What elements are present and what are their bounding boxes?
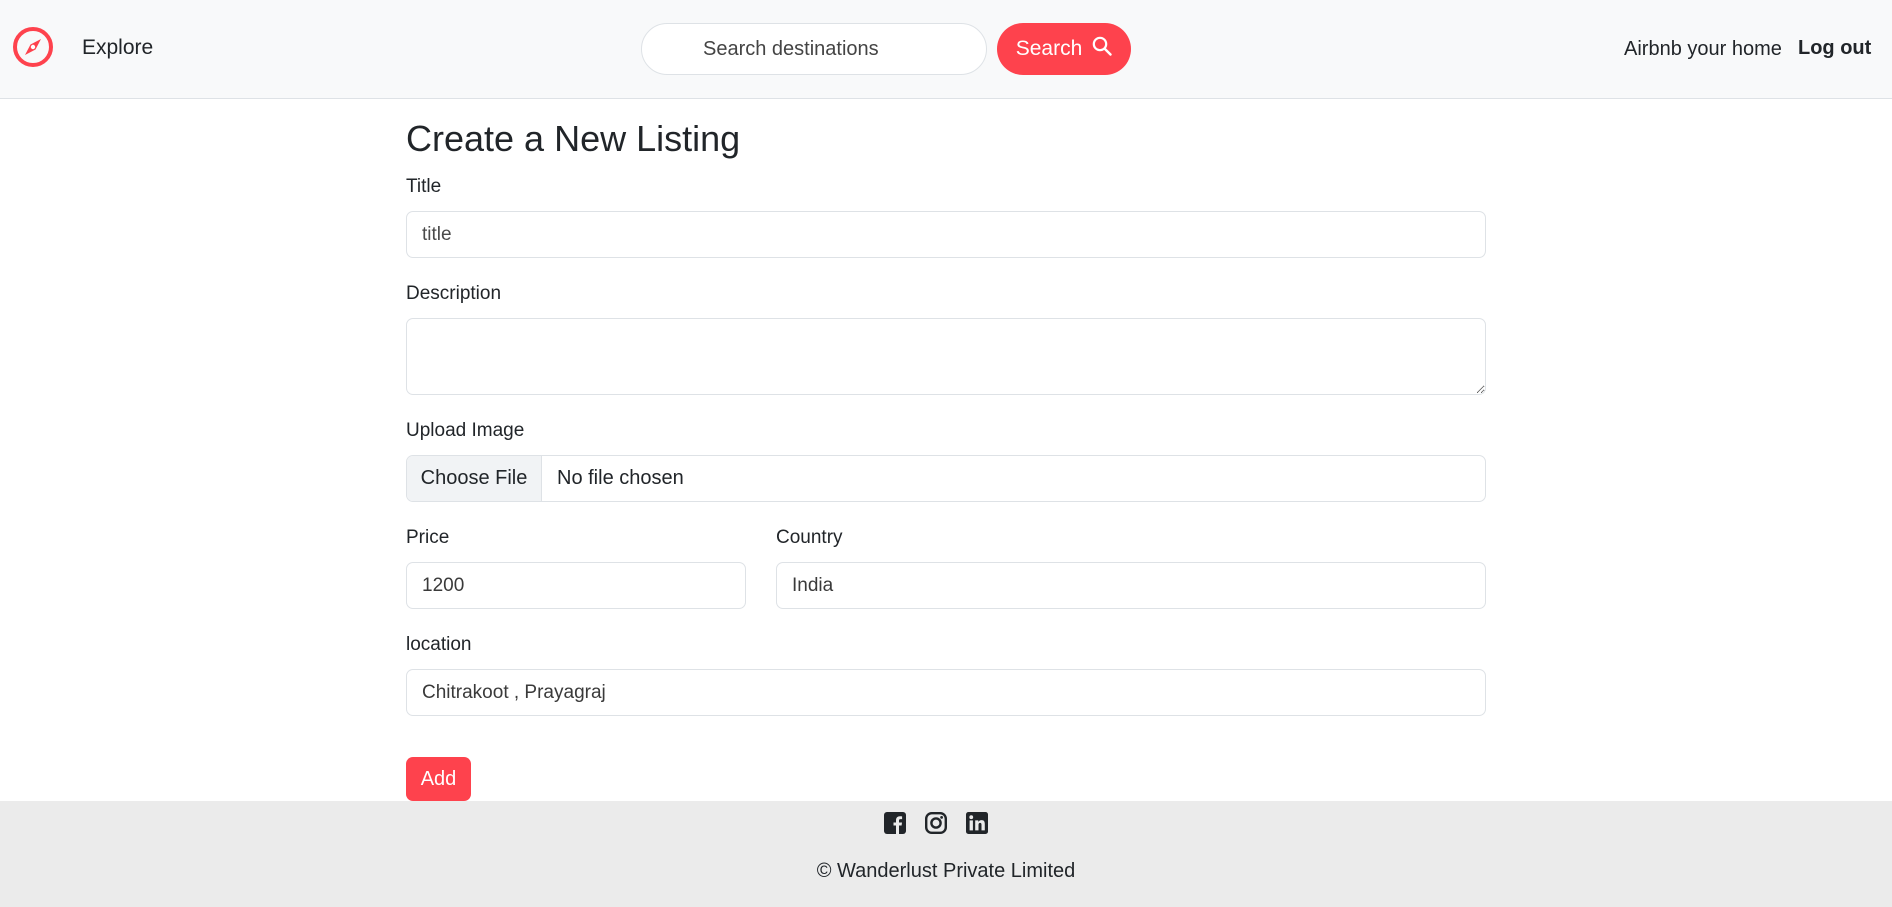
linkedin-icon[interactable]	[966, 812, 988, 834]
price-label: Price	[406, 527, 450, 548]
title-label: Title	[406, 176, 442, 197]
navbar: Explore Search Airbnb your home Log out	[0, 0, 1892, 99]
country-label: Country	[776, 527, 843, 548]
image-file-input[interactable]: Choose File No file chosen	[406, 455, 1486, 502]
choose-file-button[interactable]: Choose File	[407, 456, 542, 501]
search-button-label: Search	[1015, 37, 1083, 60]
nav-explore-link[interactable]: Explore	[82, 36, 153, 60]
search-input[interactable]	[641, 23, 987, 75]
country-input[interactable]	[776, 562, 1486, 609]
location-input[interactable]	[406, 669, 1486, 716]
instagram-icon[interactable]	[925, 812, 948, 835]
page-title: Create a New Listing	[406, 118, 741, 159]
search-icon	[1092, 36, 1112, 62]
description-label: Description	[406, 283, 502, 304]
compass-logo-icon[interactable]	[12, 26, 54, 68]
facebook-icon[interactable]	[884, 812, 906, 834]
description-textarea[interactable]	[406, 318, 1486, 395]
social-links	[884, 812, 988, 835]
copyright-text: © Wanderlust Private Limited	[816, 860, 1076, 882]
title-input[interactable]	[406, 211, 1486, 258]
logout-link[interactable]: Log out	[1798, 37, 1871, 60]
file-status-text: No file chosen	[557, 467, 684, 489]
location-label: location	[406, 634, 472, 655]
airbnb-your-home-link[interactable]: Airbnb your home	[1624, 38, 1782, 61]
upload-image-label: Upload Image	[406, 420, 525, 441]
price-input[interactable]	[406, 562, 746, 609]
search-button[interactable]: Search	[997, 23, 1131, 75]
add-button[interactable]: Add	[406, 757, 471, 801]
